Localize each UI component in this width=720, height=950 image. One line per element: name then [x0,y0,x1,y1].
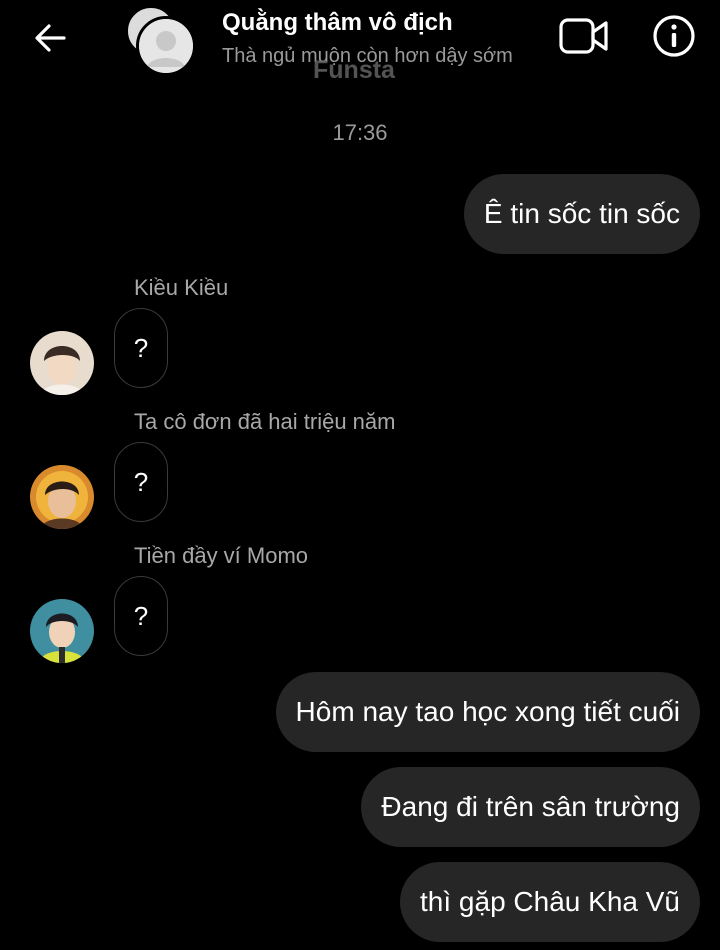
outgoing-message[interactable]: Ê tin sốc tin sốc [463,174,700,254]
outgoing-message[interactable]: thì gặp Châu Kha Vũ [400,862,700,942]
back-button[interactable] [30,18,70,58]
avatar-photo-icon [30,599,94,663]
sender-avatar[interactable] [30,465,94,529]
sender-name: Kiều Kiều [134,275,229,300]
group-avatar-front [136,16,196,76]
sender-name: Tiền đầy ví Momo [134,543,309,568]
message-timestamp: 17:36 [332,120,388,145]
back-arrow-icon [35,24,66,52]
watermark: Funsta [313,56,395,84]
sender-name: Ta cô đơn đã hai triệu năm [134,409,396,434]
info-icon [653,15,695,57]
outgoing-message[interactable]: Hôm nay tao học xong tiết cuối [275,672,700,752]
chat-header: Quằng thâm vô địch Thà ngủ muộn còn hơn … [0,0,720,84]
group-avatar-icon [139,19,193,73]
group-avatar[interactable] [124,6,196,76]
info-button[interactable] [650,12,698,60]
avatar-photo-icon [30,465,94,529]
incoming-message[interactable]: ? [114,576,168,656]
sender-avatar[interactable] [30,331,94,395]
video-camera-icon [559,18,608,54]
avatar-photo-icon [30,331,94,395]
sender-avatar[interactable] [30,599,94,663]
video-call-button[interactable] [556,14,612,58]
outgoing-message[interactable]: Đang đi trên sân trường [361,767,700,847]
group-title[interactable]: Quằng thâm vô địch [222,9,453,37]
incoming-message[interactable]: ? [114,442,168,522]
incoming-message[interactable]: ? [114,308,168,388]
